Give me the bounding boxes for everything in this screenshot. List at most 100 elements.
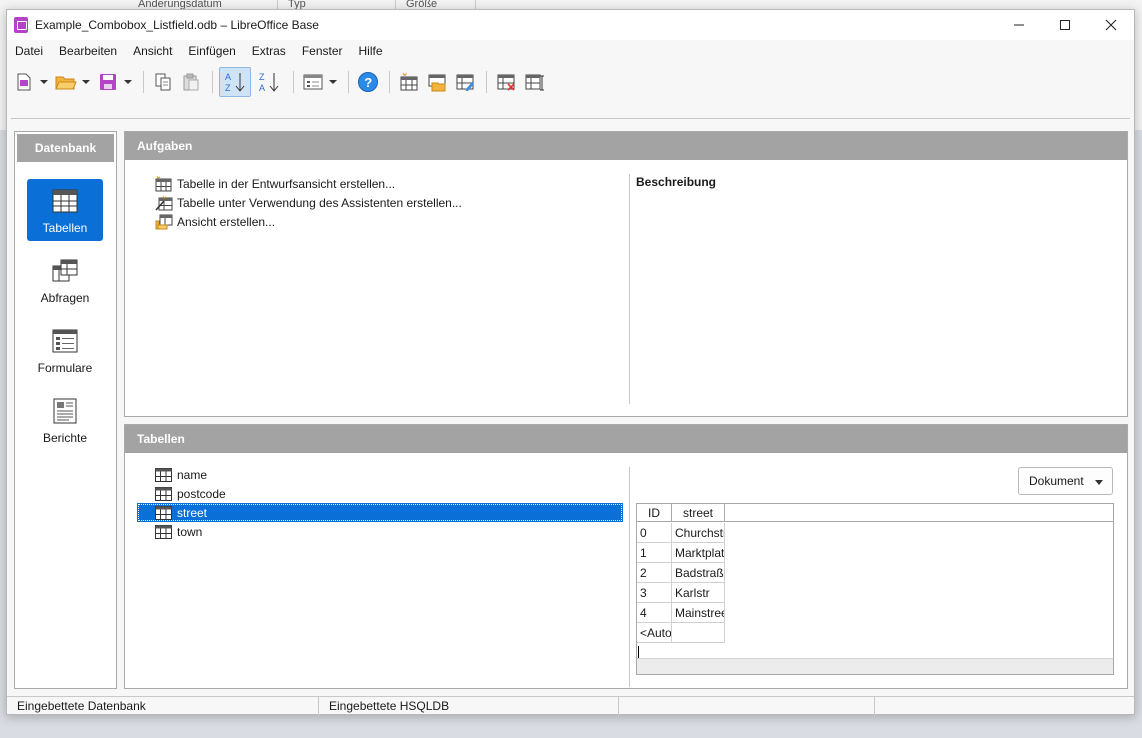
menu-extras[interactable]: Extras	[244, 40, 294, 62]
nav-item-formulare[interactable]: Formulare	[27, 319, 103, 381]
save-dropdown[interactable]	[123, 67, 133, 97]
sort-descending-button[interactable]: ZA	[253, 67, 285, 97]
nav-item-tabellen[interactable]: Tabellen	[27, 179, 103, 241]
window-title: Example_Combobox_Listfield.odb – LibreOf…	[35, 18, 319, 32]
save-button[interactable]	[95, 67, 121, 97]
minimize-button[interactable]	[996, 10, 1042, 40]
nav-label-tabellen: Tabellen	[42, 221, 88, 235]
grid-cell-id[interactable]: <AutoField>	[637, 623, 672, 643]
status-cell-3	[619, 696, 875, 716]
task-label: Tabelle in der Entwurfsansicht erstellen…	[177, 176, 396, 191]
grid-cell-id[interactable]: 2	[637, 563, 672, 583]
menu-einfuegen[interactable]: Einfügen	[180, 40, 243, 62]
grid-cell-id[interactable]: 4	[637, 603, 672, 623]
paste-button[interactable]	[178, 67, 204, 97]
form-view-button[interactable]	[300, 67, 326, 97]
toolbar-separator	[293, 71, 294, 93]
grid-cell-id[interactable]: 0	[637, 523, 672, 543]
nav-item-berichte[interactable]: Berichte	[27, 389, 103, 451]
table-item-street[interactable]: street	[137, 503, 623, 522]
open-dropdown[interactable]	[81, 67, 91, 97]
background-column-headers: Änderungsdatum Typ Größe	[128, 0, 476, 9]
grid-row[interactable]: 3 Karlstr	[637, 583, 725, 603]
table-list: name postcode street town	[137, 465, 623, 541]
sort-ascending-icon: AZ	[225, 72, 245, 93]
status-database-type: Eingebettete Datenbank	[7, 696, 319, 716]
minimize-icon	[1014, 24, 1024, 26]
copy-icon	[155, 73, 171, 91]
edit-table-button[interactable]	[452, 67, 478, 97]
preview-mode-label: Dokument	[1029, 474, 1084, 488]
status-bar: Eingebettete Datenbank Eingebettete HSQL…	[7, 696, 1134, 716]
task-create-table-design[interactable]: Tabelle in der Entwurfsansicht erstellen…	[155, 174, 462, 193]
grid-cell-street[interactable]	[672, 623, 725, 643]
grid-column-header-street[interactable]: street	[672, 504, 725, 522]
close-button[interactable]	[1088, 10, 1134, 40]
table-preview-grid[interactable]: ID street 0 Churchstr 1 Marktplatz 2 Bad…	[636, 503, 1114, 675]
table-icon	[52, 189, 78, 213]
table-item-postcode[interactable]: postcode	[137, 484, 623, 503]
grid-cell-street[interactable]: Karlstr	[672, 583, 725, 603]
bg-column-date: Änderungsdatum	[128, 0, 278, 9]
preview-mode-dropdown[interactable]: Dokument	[1018, 467, 1113, 495]
close-icon	[1105, 19, 1117, 31]
report-icon	[53, 398, 77, 424]
nav-item-abfragen[interactable]: Abfragen	[27, 249, 103, 311]
bg-column-size: Größe	[396, 0, 476, 9]
table-item-town[interactable]: town	[137, 522, 623, 541]
svg-text:Z: Z	[225, 83, 231, 93]
grid-row[interactable]: 0 Churchstr	[637, 523, 725, 543]
sort-ascending-button[interactable]: AZ	[219, 67, 251, 97]
table-item-name[interactable]: name	[137, 465, 623, 484]
grid-row-new[interactable]: <AutoField>	[637, 623, 725, 643]
menu-ansicht[interactable]: Ansicht	[125, 40, 180, 62]
maximize-button[interactable]	[1042, 10, 1088, 40]
new-document-dropdown[interactable]	[39, 67, 49, 97]
toolbar-separator	[389, 71, 390, 93]
menu-bearbeiten[interactable]: Bearbeiten	[51, 40, 125, 62]
grid-horizontal-scrollbar[interactable]	[637, 658, 1113, 674]
menu-fenster[interactable]: Fenster	[294, 40, 351, 62]
form-list-icon	[303, 74, 323, 90]
menu-hilfe[interactable]: Hilfe	[351, 40, 391, 62]
open-button[interactable]	[53, 67, 79, 97]
database-panel: Datenbank Tabellen Abfragen Formulare Be…	[14, 131, 117, 689]
rename-table-button[interactable]	[521, 67, 547, 97]
folder-open-icon	[55, 76, 77, 90]
chevron-down-icon	[82, 80, 90, 84]
open-table-icon	[428, 74, 446, 92]
help-button[interactable]: ?	[355, 67, 381, 97]
grid-row[interactable]: 4 Mainstreet	[637, 603, 725, 623]
copy-button[interactable]	[150, 67, 176, 97]
window-controls	[996, 10, 1134, 40]
table-icon	[155, 505, 172, 520]
standard-toolbar: AZ ZA ?	[7, 63, 1134, 101]
grid-column-header-id[interactable]: ID	[637, 504, 672, 522]
grid-cell-id[interactable]: 3	[637, 583, 672, 603]
form-icon	[52, 329, 78, 353]
grid-cell-street[interactable]: Marktplatz	[672, 543, 725, 563]
toolbar-separator	[348, 71, 349, 93]
save-icon	[100, 74, 116, 90]
form-view-dropdown[interactable]	[328, 67, 338, 97]
toolbar-separator	[143, 71, 144, 93]
grid-row[interactable]: 2 Badstraße	[637, 563, 725, 583]
open-table-button[interactable]	[424, 67, 450, 97]
grid-row[interactable]: 1 Marktplatz	[637, 543, 725, 563]
grid-cell-street[interactable]: Mainstreet	[672, 603, 725, 623]
table-item-label: name	[177, 467, 208, 482]
tables-divider	[629, 467, 630, 687]
new-table-design-button[interactable]	[396, 67, 422, 97]
delete-table-button[interactable]	[493, 67, 519, 97]
grid-cell-id[interactable]: 1	[637, 543, 672, 563]
task-create-view[interactable]: Ansicht erstellen...	[155, 212, 462, 231]
new-document-button[interactable]	[11, 67, 37, 97]
grid-cell-street[interactable]: Churchstr	[672, 523, 725, 543]
grid-cell-street[interactable]: Badstraße	[672, 563, 725, 583]
help-icon: ?	[358, 72, 378, 92]
menu-bar: Datei Bearbeiten Ansicht Einfügen Extras…	[7, 40, 1134, 62]
new-document-icon	[17, 73, 31, 91]
sort-descending-icon: ZA	[259, 72, 279, 93]
menu-datei[interactable]: Datei	[7, 40, 51, 62]
task-create-table-wizard[interactable]: Tabelle unter Verwendung des Assistenten…	[155, 193, 462, 212]
